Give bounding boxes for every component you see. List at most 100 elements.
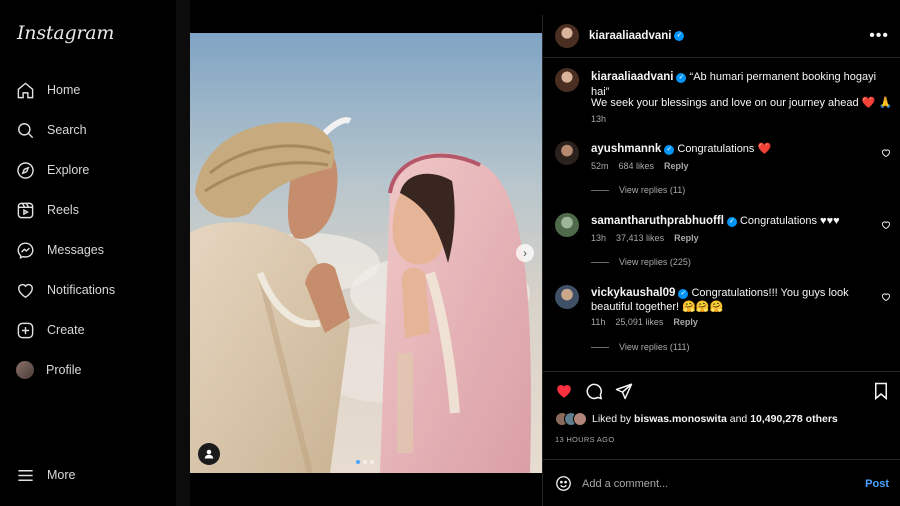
comment-text: samantharuthprabhuoffl ✓ Congratulations … — [591, 215, 861, 229]
action-icons — [555, 382, 633, 400]
sidebar-item-explore[interactable]: Explore — [16, 158, 89, 182]
post-actions: Liked by biswas.monoswita and 10,490,278… — [543, 371, 900, 506]
comment-icon[interactable] — [585, 382, 603, 400]
view-replies-label: View replies (225) — [619, 257, 691, 267]
like-comment-icon[interactable] — [881, 220, 891, 230]
avatar — [573, 412, 587, 426]
sidebar-item-create[interactable]: Create — [16, 318, 85, 342]
commenter-username[interactable]: ayushmannk — [591, 143, 661, 155]
sidebar-item-label: More — [47, 468, 76, 482]
verified-badge-icon: ✓ — [678, 289, 689, 299]
verified-badge-icon: ✓ — [674, 31, 685, 41]
caption-author-avatar[interactable] — [555, 68, 579, 92]
author-avatar[interactable] — [555, 24, 579, 48]
divider — [591, 261, 609, 263]
post-media[interactable]: › — [190, 33, 542, 473]
reply-button[interactable]: Reply — [673, 317, 698, 327]
sidebar-item-reels[interactable]: Reels — [16, 198, 79, 222]
user-icon — [204, 449, 214, 459]
more-options-icon[interactable]: ••• — [869, 27, 889, 45]
post-header: kiaraaliaadvani ✓ ••• — [543, 15, 900, 58]
plus-square-icon — [17, 322, 34, 338]
sidebar-item-home[interactable]: Home — [16, 78, 80, 102]
reply-button[interactable]: Reply — [664, 161, 689, 171]
bookmark-icon[interactable] — [873, 382, 889, 400]
verified-badge-icon: ✓ — [726, 217, 737, 227]
liked-by-username[interactable]: biswas.monoswita — [634, 413, 727, 425]
messenger-icon — [17, 242, 34, 259]
carousel-dot — [370, 460, 374, 464]
compass-icon — [17, 161, 34, 179]
view-replies-label: View replies (111) — [619, 342, 690, 352]
view-replies-button[interactable]: View replies (111) — [591, 342, 690, 352]
reply-button[interactable]: Reply — [674, 233, 699, 243]
avatar — [16, 361, 34, 379]
view-replies-button[interactable]: View replies (11) — [591, 185, 685, 195]
caption-author[interactable]: kiaraaliaadvani — [591, 71, 673, 83]
author-username[interactable]: kiaraaliaadvani — [589, 30, 671, 42]
menu-icon — [18, 469, 33, 481]
view-replies-button[interactable]: View replies (225) — [591, 257, 691, 267]
comment-body: Congratulations ❤️ — [677, 143, 772, 155]
modal-backdrop[interactable] — [176, 0, 190, 506]
sidebar-item-label: Notifications — [47, 283, 116, 297]
sidebar-item-more[interactable]: More — [16, 463, 75, 487]
comment-time: 13h — [591, 233, 607, 243]
commenter-username[interactable]: vickykaushal09 — [591, 287, 675, 299]
sidebar-item-profile[interactable]: Profile — [16, 358, 81, 382]
like-comment-icon[interactable] — [881, 292, 891, 302]
comment-likes[interactable]: 684 likes — [619, 161, 655, 171]
likes-summary[interactable]: Liked by biswas.monoswita and 10,490,278… — [555, 412, 838, 426]
sidebar-item-messages[interactable]: Messages — [16, 238, 104, 262]
commenter-avatar[interactable] — [555, 285, 579, 309]
likes-and: and — [729, 413, 748, 425]
caption-timestamp: 13h — [591, 114, 607, 124]
liker-avatars — [555, 412, 587, 426]
comment-meta: 11h 25,091 likes Reply — [591, 317, 698, 327]
comment-likes[interactable]: 37,413 likes — [616, 233, 664, 243]
add-comment-bar: Post — [543, 459, 900, 506]
next-slide-button[interactable]: › — [516, 244, 534, 262]
instagram-logo[interactable]: Instagram — [17, 22, 114, 44]
share-icon[interactable] — [615, 382, 633, 400]
divider — [591, 189, 609, 191]
comment-meta: 52m 684 likes Reply — [591, 161, 689, 171]
post-comment-button[interactable]: Post — [865, 478, 889, 490]
search-icon — [18, 122, 34, 138]
sidebar-item-label: Search — [47, 123, 87, 137]
sidebar-item-search[interactable]: Search — [16, 118, 87, 142]
post-timestamp: 13 HOURS AGO — [555, 435, 615, 444]
sidebar: Instagram Home Search Explore Reels Mess… — [0, 0, 176, 506]
verified-badge-icon: ✓ — [676, 73, 687, 83]
sidebar-item-notifications[interactable]: Notifications — [16, 278, 115, 302]
sidebar-item-label: Create — [47, 323, 85, 337]
comment-body: Congratulations ♥♥♥ — [739, 215, 840, 227]
tagged-users-button[interactable] — [198, 443, 220, 465]
caption-line2: We seek your blessings and love on our j… — [591, 97, 893, 109]
carousel-dot — [363, 460, 367, 464]
emoji-icon[interactable] — [555, 475, 572, 492]
carousel-indicator — [356, 460, 374, 464]
comment-text: ayushmannk ✓ Congratulations ❤️ — [591, 143, 861, 157]
comment-likes[interactable]: 25,091 likes — [615, 317, 663, 327]
sidebar-item-label: Explore — [47, 163, 90, 177]
comment-input[interactable] — [582, 477, 866, 490]
comment-text: vickykaushal09 ✓ Congratulations!!! You g… — [591, 287, 861, 314]
comment-time: 11h — [591, 317, 606, 327]
carousel-dot — [356, 460, 360, 464]
reels-icon — [17, 202, 34, 218]
home-icon — [17, 81, 34, 98]
commenter-avatar[interactable] — [555, 213, 579, 237]
comment-meta: 13h 37,413 likes Reply — [591, 233, 699, 243]
like-comment-icon[interactable] — [881, 148, 891, 158]
likes-count[interactable]: 10,490,278 others — [750, 413, 838, 425]
commenter-avatar[interactable] — [555, 141, 579, 165]
commenter-username[interactable]: samantharuthprabhuoffl — [591, 215, 724, 227]
view-replies-label: View replies (11) — [619, 185, 686, 195]
comment-time: 52m — [591, 161, 609, 171]
liked-heart-icon[interactable] — [555, 382, 573, 400]
post-photo — [190, 33, 542, 473]
sidebar-item-label: Messages — [47, 243, 104, 257]
divider — [591, 346, 609, 348]
likes-prefix: Liked by — [592, 413, 632, 425]
